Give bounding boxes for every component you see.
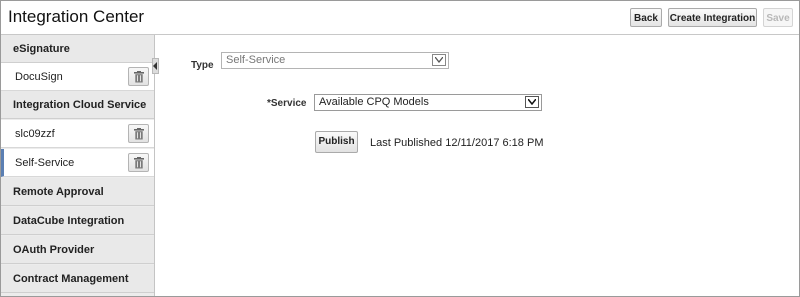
sidebar-item-docusign[interactable]: DocuSign (1, 63, 154, 91)
dropdown-button[interactable] (432, 54, 446, 66)
last-published-text: Last Published 12/11/2017 6:18 PM (370, 137, 544, 149)
sidebar-group-contract-management[interactable]: Contract Management (1, 265, 154, 293)
chevron-left-icon (153, 62, 157, 70)
chevron-down-icon (528, 99, 536, 105)
dropdown-button[interactable] (525, 96, 539, 108)
back-button[interactable]: Back (630, 8, 662, 27)
sidebar-group-remote-approval[interactable]: Remote Approval (1, 178, 154, 206)
type-select-value: Self-Service (226, 54, 286, 66)
save-button[interactable]: Save (763, 8, 793, 27)
trash-icon (134, 157, 144, 169)
service-select-value: Available CPQ Models (319, 96, 429, 108)
sidebar-item-label: DocuSign (15, 71, 63, 83)
sidebar-item-label: slc09zzf (15, 128, 55, 140)
service-label: *Service (267, 98, 307, 109)
page-title: Integration Center (8, 7, 145, 26)
sidebar-group-datacube-integration[interactable]: DataCube Integration (1, 207, 154, 235)
trash-icon (134, 71, 144, 83)
delete-self-service-button[interactable] (128, 153, 149, 172)
trash-icon (134, 128, 144, 140)
app-window: Integration Center Back Create Integrati… (0, 0, 800, 297)
service-select[interactable]: Available CPQ Models (314, 94, 542, 111)
sidebar-item-self-service[interactable]: Self-Service (1, 149, 154, 177)
chevron-down-icon (435, 57, 443, 63)
sidebar: eSignature DocuSign Integration Cloud Se… (1, 35, 155, 296)
create-integration-button[interactable]: Create Integration (668, 8, 757, 27)
sidebar-group-integration-cloud-service[interactable]: Integration Cloud Service (1, 91, 154, 119)
sidebar-collapse-handle[interactable] (152, 58, 159, 74)
main-panel: Type Self-Service *Service Available CPQ… (159, 35, 799, 296)
sidebar-group-esignature[interactable]: eSignature (1, 35, 154, 63)
type-label: Type (191, 60, 214, 71)
sidebar-item-slc09zzf[interactable]: slc09zzf (1, 120, 154, 148)
header-bar: Integration Center Back Create Integrati… (1, 1, 799, 35)
type-select[interactable]: Self-Service (221, 52, 449, 69)
publish-button[interactable]: Publish (315, 131, 358, 153)
sidebar-item-label: Self-Service (15, 157, 75, 169)
delete-slc09zzf-button[interactable] (128, 124, 149, 143)
delete-docusign-button[interactable] (128, 67, 149, 86)
sidebar-group-oauth-provider[interactable]: OAuth Provider (1, 236, 154, 264)
